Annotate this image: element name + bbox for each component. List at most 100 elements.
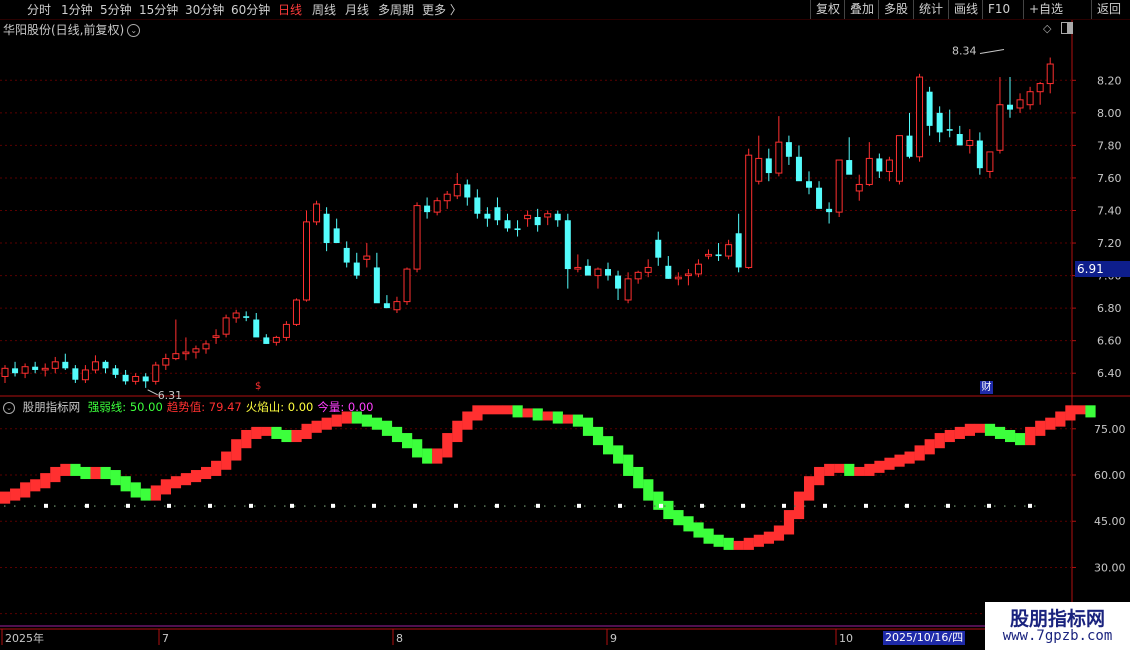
chevron-down-icon[interactable]: ⌄ [127,24,141,37]
ind-tick-label-3: 60.00 [1094,469,1126,482]
candle-body-65 [655,239,662,258]
ind-tick-label-2: 45.00 [1094,515,1126,528]
candle-body-48 [484,213,491,219]
ref-dot [754,505,756,507]
ref-marker [208,503,212,508]
indicator-bar-102 [1025,426,1036,446]
indicator-bar-106 [1065,405,1076,421]
event-marker[interactable]: $ [255,381,261,392]
ref-dot [854,505,856,507]
candle-body-74 [745,154,753,268]
ind-tick-label-4: 75.00 [1094,423,1126,436]
indicator-bar-81 [814,466,825,486]
watermark-title: 股朋指标网 [1009,608,1105,630]
ind-tick-label-1: 30.00 [1094,561,1126,574]
indicator-bar-88 [884,457,895,470]
candle-body-63 [634,271,642,280]
candle-body-93 [936,112,943,133]
ref-dot [664,505,666,507]
candle-body-50 [504,220,511,229]
ref-dot [174,505,176,507]
indicator-bar-39 [391,426,403,443]
watermark-url: www.7gpzb.com [1002,628,1113,644]
ref-dot [224,505,226,507]
price-tick-label-4: 7.20 [1097,237,1122,250]
candle-body-101 [1016,99,1024,109]
diamond-icon[interactable]: ◇ [1043,22,1051,35]
candle-body-71 [715,254,722,257]
indicator-values: 强弱线: 50.00 趋势值: 79.47 火焰山: 0.00 今量: 0.00 [88,400,378,414]
ref-dot [504,505,506,507]
ref-dot [424,505,426,507]
indicator-bar-58 [582,417,594,436]
ref-dot [884,505,886,507]
ref-marker [905,503,909,508]
ref-marker [126,503,130,508]
indicator-bar-71 [713,534,724,547]
candle-body-97 [976,140,983,169]
stock-title[interactable]: 华阳股份(日线,前复权) [3,23,124,37]
ref-dot [64,505,66,507]
ref-dot [124,505,126,507]
indicator-bar-57 [572,414,584,427]
ref-marker [372,503,376,508]
indicator-bar-50 [502,405,513,415]
indicator-bar-30 [301,423,312,439]
candle-body-14 [142,376,149,382]
finance-marker[interactable]: 财 [980,381,993,394]
candle-body-41 [413,205,421,270]
ref-dot [774,505,776,507]
indicator-bar-55 [552,411,563,424]
indicator-bar-80 [804,476,815,501]
candle-body-100 [1007,104,1013,110]
ref-marker [700,503,704,508]
ref-dot [524,505,526,507]
candle-body-27 [272,336,280,343]
candle-body-86 [865,157,873,185]
indicator-bar-51 [512,405,523,418]
candle-body-82 [826,208,833,213]
candle-body-90 [906,135,913,157]
candle-body-15 [152,364,160,382]
indicator-bar-36 [361,414,372,427]
indicator-bar-37 [371,417,383,430]
indicator-bar-59 [592,426,604,446]
ref-dot [94,505,96,507]
chevron-down-icon[interactable]: ⌄ [3,401,15,414]
indicator-bar-5 [50,466,61,483]
candle-body-22 [222,317,230,335]
indicator-bar-56 [562,414,573,424]
ref-dot [684,505,686,507]
annotations: 6.318.34 [147,45,1005,402]
candle-body-13 [132,375,140,382]
indicator-bar-77 [773,525,785,541]
ref-marker [782,503,786,508]
candle-body-83 [835,159,843,213]
candle-body-20 [202,343,210,350]
candle-body-17 [172,353,180,360]
candle-body-64 [644,266,652,273]
indicator-bar-95 [954,426,965,439]
indicator-bar-84 [844,463,855,476]
indicator-name[interactable]: 股朋指标网 [23,400,81,414]
indicator-value-0: 强弱线: 50.00 [87,400,163,414]
candle-body-81 [816,187,823,209]
ref-marker [577,503,581,508]
indicator-bar-20 [201,466,212,480]
ref-dot [704,505,706,507]
candle-body-84 [846,160,853,175]
indicator-bar-104 [1045,417,1056,430]
indicator-bar-82 [824,463,835,476]
candle-body-68 [684,273,692,277]
ref-dot [584,505,586,507]
indicator-bar-14 [140,488,151,501]
candle-body-79 [795,156,802,182]
ref-dot [514,505,516,507]
candle-body-66 [665,265,672,279]
ref-dot [844,505,846,507]
candle-body-56 [564,220,571,270]
candle-body-85 [855,183,863,192]
ref-dot [814,505,816,507]
panel-layout-icon[interactable] [1061,22,1073,34]
indicator-bar-97 [974,423,986,433]
